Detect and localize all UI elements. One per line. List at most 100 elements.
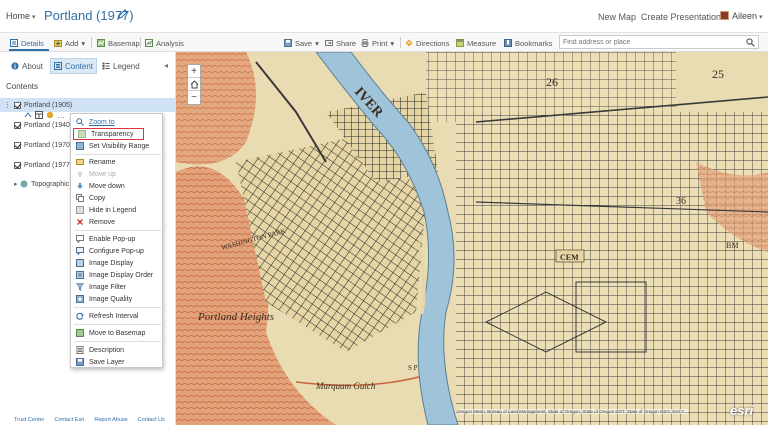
menu-divider xyxy=(74,230,161,231)
map-label-section-25: 25 xyxy=(712,67,724,81)
tab-legend-label: Legend xyxy=(113,61,140,71)
analysis-label: Analysis xyxy=(156,38,184,48)
footer-link[interactable]: Report Abuse xyxy=(94,417,127,423)
new-map-link[interactable]: New Map xyxy=(598,12,636,22)
bookmarks-button[interactable]: Bookmarks xyxy=(504,37,553,49)
details-button[interactable]: Details xyxy=(10,37,44,49)
bookmarks-label: Bookmarks xyxy=(515,38,553,48)
content-icon xyxy=(54,62,62,70)
panel-footer: Trust Center Contact Esri Report Abuse C… xyxy=(0,414,176,425)
layer-checkbox[interactable] xyxy=(14,161,21,169)
measure-button[interactable]: Measure xyxy=(456,37,496,49)
menu-item-remove[interactable]: Remove xyxy=(71,216,164,228)
zoom-to-icon xyxy=(76,118,84,126)
map-label-section-36: 36 xyxy=(676,196,686,207)
map-label-marquam-gulch: Marquam Gulch xyxy=(315,381,376,391)
menu-item-move-down[interactable]: Move down xyxy=(71,180,164,192)
map-label-sp: S P xyxy=(408,364,418,372)
footer-link[interactable]: Contact Esri xyxy=(54,417,84,423)
print-icon xyxy=(361,39,369,47)
menu-item-transparency[interactable]: Transparency xyxy=(73,128,144,140)
active-tab-indicator xyxy=(9,49,49,51)
popup-icon xyxy=(76,235,84,243)
footer-link[interactable]: Contact Us xyxy=(138,417,165,423)
tab-legend[interactable]: Legend xyxy=(99,58,143,74)
avatar[interactable] xyxy=(720,11,729,20)
arrow-up-icon xyxy=(77,171,83,177)
zoom-controls: + − xyxy=(187,64,201,105)
menu-item-image-filter[interactable]: Image Filter xyxy=(71,281,164,293)
map-view[interactable]: IVER WASHINGTON PARK Portland Heights Ma… xyxy=(176,52,768,425)
chevron-down-icon: ▾ xyxy=(315,38,319,48)
arrow-down-icon xyxy=(77,183,83,189)
zoom-out-button[interactable]: − xyxy=(188,91,200,104)
home-menu[interactable]: Home ▾ xyxy=(6,11,36,21)
chevron-down-icon: ▾ xyxy=(759,14,763,21)
save-label: Save xyxy=(295,38,313,48)
menu-item-zoom-to[interactable]: Zoom to xyxy=(71,116,164,128)
menu-item-hide-in-legend[interactable]: Hide in Legend xyxy=(71,204,164,216)
add-layer-icon xyxy=(54,40,62,47)
search-input[interactable] xyxy=(560,36,740,48)
analysis-button[interactable]: Analysis xyxy=(145,37,184,49)
tab-content-label: Content xyxy=(65,61,94,71)
hide-legend-icon xyxy=(76,206,84,214)
save-button[interactable]: Save ▾ xyxy=(284,37,319,49)
menu-item-image-display-order[interactable]: Image Display Order xyxy=(71,269,164,281)
refresh-icon xyxy=(76,312,84,320)
menu-item-description[interactable]: Description xyxy=(71,344,164,356)
expand-icon[interactable]: ▸ xyxy=(14,180,18,188)
tab-content[interactable]: Content xyxy=(50,58,98,74)
menu-item-label: Copy xyxy=(89,194,106,202)
pencil-icon[interactable] xyxy=(118,9,128,19)
search-icon[interactable] xyxy=(746,38,755,47)
basemap-layer-icon xyxy=(20,180,28,188)
layer-checkbox[interactable] xyxy=(14,121,21,129)
menu-item-label: Remove xyxy=(89,218,116,226)
basemap-button[interactable]: Basemap xyxy=(97,37,140,49)
description-icon xyxy=(76,346,84,354)
menu-item-label: Image Quality xyxy=(89,295,133,303)
print-button[interactable]: Print ▾ xyxy=(361,37,394,49)
menu-item-label: Set Visibility Range xyxy=(89,142,150,150)
share-button[interactable]: Share xyxy=(325,37,356,49)
menu-item-enable-popup[interactable]: Enable Pop-up xyxy=(71,233,164,245)
tab-about[interactable]: About xyxy=(8,58,46,74)
tab-about-label: About xyxy=(22,61,43,71)
menu-item-label: Refresh Interval xyxy=(89,312,139,320)
footer-link[interactable]: Trust Center xyxy=(14,417,44,423)
menu-item-move-to-basemap[interactable]: Move to Basemap xyxy=(71,327,164,339)
map-attribution: Oregon Metro, Bureau of Land Management,… xyxy=(457,409,689,414)
menu-item-copy[interactable]: Copy xyxy=(71,192,164,204)
image-display-icon xyxy=(76,259,84,267)
menu-item-image-display[interactable]: Image Display xyxy=(71,257,164,269)
collapse-panel-icon[interactable]: ◂ xyxy=(164,61,168,70)
directions-button[interactable]: Directions xyxy=(405,37,449,49)
legend-icon xyxy=(102,62,110,70)
menu-item-save-layer[interactable]: Save Layer xyxy=(71,356,164,368)
contents-heading: Contents xyxy=(6,82,39,91)
menu-item-configure-popup[interactable]: Configure Pop-up xyxy=(71,245,164,257)
create-presentation-link[interactable]: Create Presentation xyxy=(641,12,721,22)
analysis-icon xyxy=(145,39,153,47)
search-box[interactable] xyxy=(559,35,759,49)
layer-checkbox[interactable] xyxy=(14,141,21,149)
collapse-icon[interactable]: ⋮ xyxy=(4,101,11,109)
menu-item-move-up[interactable]: Move up xyxy=(71,168,164,180)
toolbar-divider xyxy=(140,37,141,48)
menu-item-label: Description xyxy=(89,346,125,354)
menu-item-set-visibility-range[interactable]: Set Visibility Range xyxy=(71,140,164,152)
user-menu[interactable]: Aileen ▾ xyxy=(732,11,763,21)
details-label: Details xyxy=(21,38,44,48)
layer-checkbox[interactable] xyxy=(14,101,21,109)
map-label-portland-heights: Portland Heights xyxy=(197,311,274,323)
zoom-in-button[interactable]: + xyxy=(188,65,200,78)
layer-name: Portland (1977) xyxy=(24,161,73,169)
menu-item-rename[interactable]: Rename xyxy=(71,156,164,168)
menu-item-image-quality[interactable]: Image Quality xyxy=(71,293,164,305)
home-extent-button[interactable] xyxy=(188,78,200,91)
details-icon xyxy=(10,39,18,47)
menu-item-refresh-interval[interactable]: Refresh Interval xyxy=(71,310,164,322)
menu-divider xyxy=(74,324,161,325)
add-button[interactable]: Add ▾ xyxy=(54,37,85,49)
